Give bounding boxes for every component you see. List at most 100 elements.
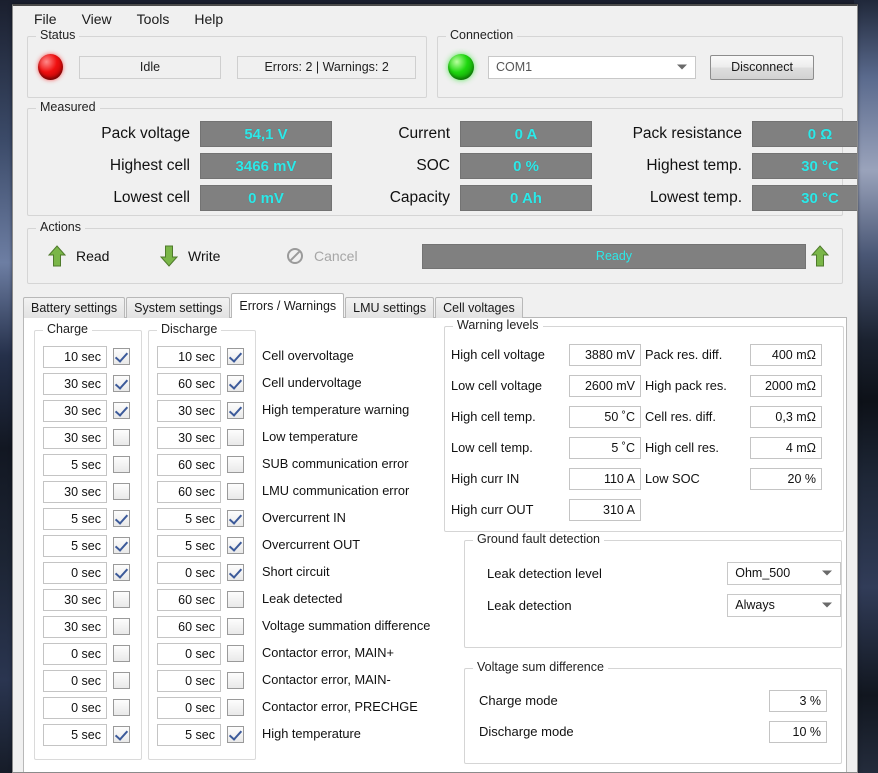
warning-level-left-input[interactable]: 2600 mV	[569, 374, 641, 397]
warning-level-left-input[interactable]: 50 ˚C	[569, 405, 641, 428]
leak-detection-level-select[interactable]: Ohm_500	[727, 561, 841, 585]
label-pack-resistance: Pack resistance	[632, 125, 742, 142]
charge-enable-checkbox[interactable]	[113, 645, 130, 662]
charge-delay-input[interactable]: 30 sec	[43, 399, 107, 422]
charge-mode-label: Charge mode	[479, 693, 558, 708]
disconnect-button[interactable]: Disconnect	[710, 54, 814, 80]
discharge-delay-input[interactable]: 5 sec	[157, 507, 221, 530]
menu-item-tools[interactable]: Tools	[126, 9, 181, 29]
warning-level-left-input[interactable]: 110 A	[569, 467, 641, 490]
charge-enable-checkbox[interactable]	[113, 483, 130, 500]
charge-delay-input[interactable]: 0 sec	[43, 561, 107, 584]
warning-level-right-input[interactable]: 0,3 mΩ	[750, 405, 822, 428]
charge-delay-input[interactable]: 0 sec	[43, 696, 107, 719]
menu-item-file[interactable]: File	[23, 9, 68, 29]
tab-cell-voltages[interactable]: Cell voltages	[435, 297, 523, 318]
discharge-delay-input[interactable]: 60 sec	[157, 615, 221, 638]
tab-lmu-settings[interactable]: LMU settings	[345, 297, 435, 318]
charge-delay-input[interactable]: 10 sec	[43, 345, 107, 368]
discharge-delay-input[interactable]: 30 sec	[157, 399, 221, 422]
tab-errors-warnings[interactable]: Errors / Warnings	[231, 293, 345, 318]
warning-level-right-input[interactable]: 400 mΩ	[750, 343, 822, 366]
discharge-enable-checkbox[interactable]	[227, 375, 244, 392]
charge-enable-checkbox[interactable]	[113, 564, 130, 581]
charge-delay-input[interactable]: 0 sec	[43, 669, 107, 692]
discharge-delay-input[interactable]: 5 sec	[157, 723, 221, 746]
charge-enable-checkbox[interactable]	[113, 510, 130, 527]
discharge-row: 5 sec	[149, 721, 255, 748]
charge-enable-checkbox[interactable]	[113, 402, 130, 419]
discharge-mode-input[interactable]: 10 %	[769, 720, 827, 743]
discharge-enable-checkbox[interactable]	[227, 483, 244, 500]
charge-delay-input[interactable]: 30 sec	[43, 588, 107, 611]
discharge-enable-checkbox[interactable]	[227, 672, 244, 689]
discharge-enable-checkbox[interactable]	[227, 456, 244, 473]
charge-delay-input[interactable]: 0 sec	[43, 642, 107, 665]
discharge-row: 0 sec	[149, 559, 255, 586]
discharge-enable-checkbox[interactable]	[227, 537, 244, 554]
warning-level-right-input[interactable]: 20 %	[750, 467, 822, 490]
discharge-delay-input[interactable]: 60 sec	[157, 453, 221, 476]
discharge-delay-input[interactable]: 0 sec	[157, 696, 221, 719]
tab-system-settings[interactable]: System settings	[126, 297, 231, 318]
menu-item-help[interactable]: Help	[183, 9, 234, 29]
charge-delay-input[interactable]: 30 sec	[43, 372, 107, 395]
label-lowest-temp: Lowest temp.	[649, 189, 742, 206]
discharge-enable-checkbox[interactable]	[227, 348, 244, 365]
warning-level-left-input[interactable]: 5 ˚C	[569, 436, 641, 459]
discharge-delay-input[interactable]: 60 sec	[157, 372, 221, 395]
discharge-enable-checkbox[interactable]	[227, 645, 244, 662]
discharge-enable-checkbox[interactable]	[227, 618, 244, 635]
charge-enable-checkbox[interactable]	[113, 726, 130, 743]
warning-level-left-input[interactable]: 3880 mV	[569, 343, 641, 366]
discharge-enable-checkbox[interactable]	[227, 510, 244, 527]
upload-action[interactable]	[806, 245, 834, 267]
error-label: Contactor error, PRECHGE	[262, 699, 418, 714]
charge-enable-checkbox[interactable]	[113, 699, 130, 716]
charge-delay-input[interactable]: 5 sec	[43, 507, 107, 530]
discharge-row: 10 sec	[149, 343, 255, 370]
warning-level-left-input[interactable]: 310 A	[569, 498, 641, 521]
discharge-delay-input[interactable]: 10 sec	[157, 345, 221, 368]
charge-delay-input[interactable]: 30 sec	[43, 615, 107, 638]
warning-level-right-input[interactable]: 4 mΩ	[750, 436, 822, 459]
discharge-delay-input[interactable]: 5 sec	[157, 534, 221, 557]
write-action[interactable]: Write	[160, 245, 286, 267]
discharge-delay-input[interactable]: 30 sec	[157, 426, 221, 449]
charge-delay-input[interactable]: 30 sec	[43, 426, 107, 449]
read-action[interactable]: Read	[36, 245, 160, 267]
discharge-enable-checkbox[interactable]	[227, 402, 244, 419]
discharge-enable-checkbox[interactable]	[227, 726, 244, 743]
charge-enable-checkbox[interactable]	[113, 618, 130, 635]
status-connection-row: Status Idle Errors: 2 | Warnings: 2 Conn…	[13, 28, 857, 98]
discharge-enable-checkbox[interactable]	[227, 699, 244, 716]
charge-enable-checkbox[interactable]	[113, 429, 130, 446]
charge-delay-input[interactable]: 5 sec	[43, 534, 107, 557]
arrow-down-icon	[160, 245, 178, 267]
discharge-enable-checkbox[interactable]	[227, 564, 244, 581]
discharge-delay-input[interactable]: 0 sec	[157, 642, 221, 665]
tab-battery-settings[interactable]: Battery settings	[23, 297, 126, 318]
charge-mode-input[interactable]: 3 %	[769, 689, 827, 712]
charge-delay-input[interactable]: 5 sec	[43, 453, 107, 476]
charge-enable-checkbox[interactable]	[113, 591, 130, 608]
charge-enable-checkbox[interactable]	[113, 456, 130, 473]
charge-delay-input[interactable]: 5 sec	[43, 723, 107, 746]
warning-level-right-label: Pack res. diff.	[645, 347, 723, 362]
discharge-enable-checkbox[interactable]	[227, 591, 244, 608]
discharge-delay-input[interactable]: 60 sec	[157, 588, 221, 611]
menu-item-view[interactable]: View	[71, 9, 123, 29]
discharge-enable-checkbox[interactable]	[227, 429, 244, 446]
discharge-delay-input[interactable]: 60 sec	[157, 480, 221, 503]
discharge-delay-input[interactable]: 0 sec	[157, 669, 221, 692]
charge-enable-checkbox[interactable]	[113, 348, 130, 365]
charge-enable-checkbox[interactable]	[113, 375, 130, 392]
warning-level-right-input[interactable]: 2000 mΩ	[750, 374, 822, 397]
label-highest-cell: Highest cell	[109, 157, 190, 174]
charge-enable-checkbox[interactable]	[113, 537, 130, 554]
com-port-select[interactable]: COM1	[488, 55, 696, 79]
discharge-delay-input[interactable]: 0 sec	[157, 561, 221, 584]
charge-delay-input[interactable]: 30 sec	[43, 480, 107, 503]
leak-detection-select[interactable]: Always	[727, 593, 841, 617]
charge-enable-checkbox[interactable]	[113, 672, 130, 689]
